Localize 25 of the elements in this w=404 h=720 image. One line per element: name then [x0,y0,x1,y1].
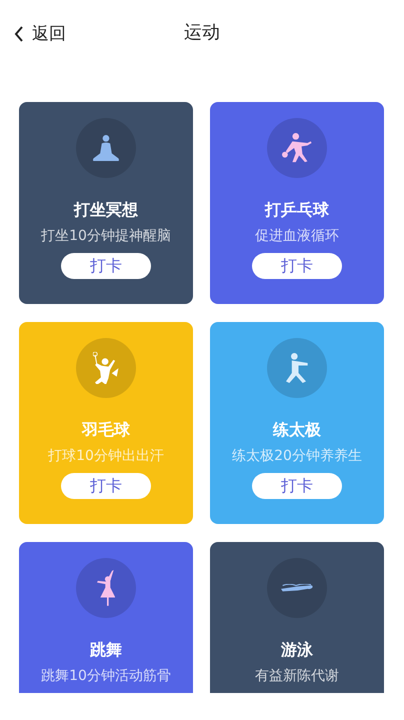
card-title: 游泳 [281,640,313,661]
check-in-button[interactable]: 打卡 [61,253,151,279]
card-title: 跳舞 [90,640,122,661]
card-title: 打乒乓球 [265,200,329,221]
meditating-person-icon [93,134,119,162]
card-description: 打球10分钟出出汗 [48,447,164,465]
tai-chi-person-icon [286,353,308,383]
back-button[interactable]: 返回 [12,20,68,47]
card-description: 练太极20分钟养养生 [232,447,362,465]
card-title: 打坐冥想 [74,200,138,221]
card-description: 跳舞10分钟活动筋骨 [41,667,171,685]
check-in-button[interactable]: 打卡 [252,253,342,279]
check-in-button[interactable]: 打卡 [252,473,342,499]
badminton-player-icon [93,352,119,384]
dancer-icon [96,570,116,606]
table-tennis-player-icon [282,133,312,163]
card-description: 有益新陈代谢 [255,667,339,685]
swimmer-icon [281,584,313,592]
back-icon [14,26,24,42]
card-description: 促进血液循环 [255,227,339,245]
card-description: 打坐10分钟提神醒脑 [41,227,171,245]
page-title: 运动 [184,21,220,44]
check-in-button[interactable]: 打卡 [61,473,151,499]
card-title: 练太极 [273,420,321,441]
card-title: 羽毛球 [82,420,130,441]
